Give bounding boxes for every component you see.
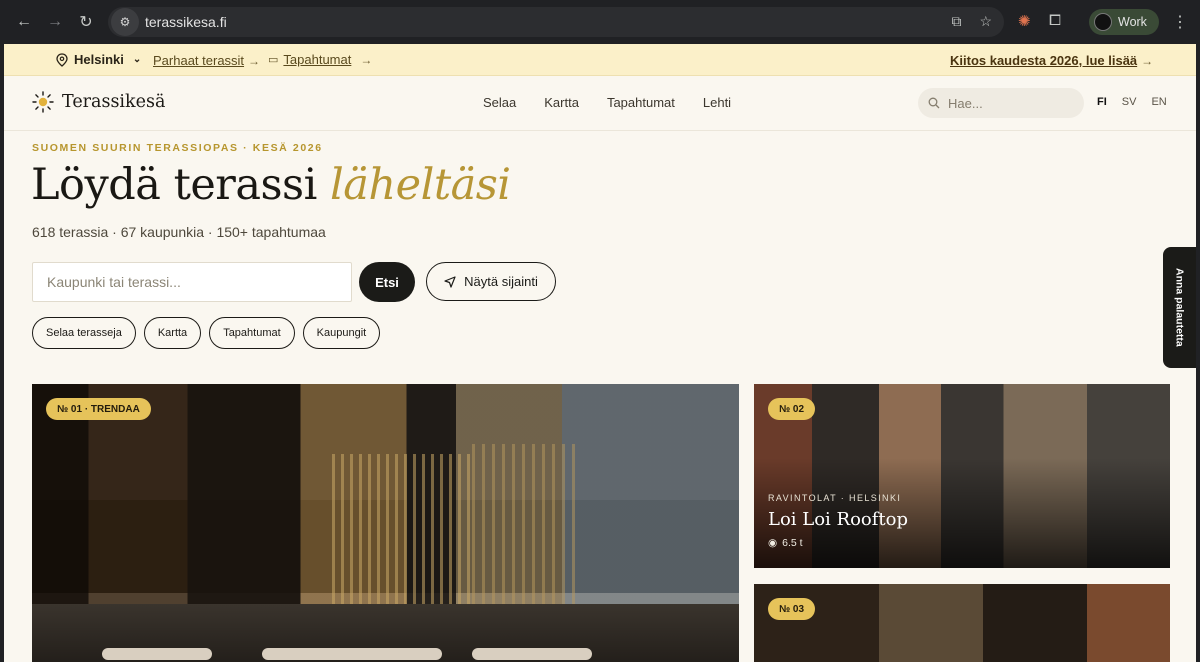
show-location-label: Näytä sijainti (464, 274, 538, 289)
chip-events[interactable]: Tapahtumat (209, 317, 295, 349)
featured-card-3[interactable]: № 03 (754, 584, 1170, 662)
terrace-search-placeholder: Kaupunki tai terassi... (47, 274, 181, 290)
logo[interactable]: Terassikesä (32, 91, 165, 113)
card-badge: № 02 (768, 398, 816, 420)
search-icon (928, 97, 940, 109)
card-kicker: RAVINTOLAT · HELSINKI (768, 493, 902, 503)
terrace-search-input[interactable]: Kaupunki tai terassi... (32, 262, 352, 302)
lang-en[interactable]: EN (1151, 96, 1166, 108)
cast-icon[interactable]: ⧉ (951, 13, 961, 30)
bookmark-star-icon[interactable]: ☆ (979, 13, 992, 30)
nav-item-selaa[interactable]: Selaa (483, 95, 516, 110)
site-info-icon[interactable]: ⚙ (111, 8, 139, 36)
main-nav: Selaa Kartta Tapahtumat Lehti (483, 95, 731, 110)
city-selector[interactable]: Helsinki ⌄ (56, 52, 141, 67)
show-location-button[interactable]: Näytä sijainti (426, 262, 556, 301)
url-text[interactable]: terassikesa.fi (145, 14, 227, 30)
nav-item-lehti[interactable]: Lehti (703, 95, 731, 110)
profile-label: Work (1118, 15, 1147, 29)
hero-title-plain: Löydä terassi (31, 160, 317, 210)
back-icon[interactable]: ← (12, 10, 36, 34)
best-terraces-link-wrap: Parhaat terassit → (153, 52, 260, 70)
chip-map[interactable]: Kartta (143, 317, 202, 349)
lang-fi[interactable]: FI (1097, 96, 1107, 108)
extension-icon[interactable]: ✺ (1018, 12, 1031, 30)
hero-stats: 618 terassia · 67 kaupunkia · 150+ tapah… (32, 224, 326, 240)
city-label: Helsinki (74, 52, 124, 67)
navigation-arrow-icon (444, 275, 456, 288)
season-promo-wrap: Kiitos kaudesta 2026, lue lisää → (950, 52, 1153, 70)
search-button[interactable]: Etsi (359, 262, 415, 302)
eye-icon: ◉ (768, 537, 778, 549)
events-link-wrap: ▭ Tapahtumat → (268, 52, 372, 67)
quick-chips: Selaa terasseja Kartta Tapahtumat Kaupun… (32, 317, 381, 349)
card-badge: № 01 · TRENDAA (46, 398, 151, 420)
extensions-puzzle-icon[interactable]: ⧠ (1049, 12, 1061, 29)
arrow-right-icon: → (1141, 54, 1154, 68)
season-promo-link[interactable]: Kiitos kaudesta 2026, lue lisää (950, 53, 1137, 68)
address-bar[interactable]: ⚙ terassikesa.fi ⧉ ☆ (108, 7, 1004, 37)
feedback-tab[interactable]: Anna palautetta (1163, 247, 1196, 368)
location-pin-icon (56, 52, 68, 67)
card-image-detail (332, 454, 472, 624)
events-link[interactable]: Tapahtumat (283, 52, 351, 67)
chip-browse-terraces[interactable]: Selaa terasseja (32, 317, 136, 349)
chevron-down-icon: ⌄ (132, 54, 142, 65)
hero-eyebrow: SUOMEN SUURIN TERASSIOPAS · KESÄ 2026 (32, 142, 323, 154)
card-views-count: 6.5 t (782, 537, 803, 549)
card-image-detail (262, 648, 442, 660)
top-announcement-bar: Helsinki ⌄ Parhaat terassit → ▭ Tapahtuma… (4, 44, 1196, 76)
feedback-label: Anna palautetta (1173, 268, 1186, 347)
nav-item-kartta[interactable]: Kartta (544, 95, 579, 110)
chip-cities[interactable]: Kaupungit (302, 317, 381, 349)
header-search-input[interactable]: Hae... (918, 88, 1084, 118)
hero-title: Löydä terassi läheltäsi (31, 160, 511, 210)
calendar-icon: ▭ (268, 54, 279, 66)
sun-logo-icon (32, 91, 54, 113)
featured-card-1[interactable]: № 01 · TRENDAA (32, 384, 739, 662)
arrow-right-icon: → (360, 52, 373, 67)
forward-icon[interactable]: → (43, 10, 67, 34)
featured-card-2[interactable]: № 02 RAVINTOLAT · HELSINKI Loi Loi Rooft… (754, 384, 1170, 568)
profile-button[interactable]: Work (1089, 9, 1159, 35)
lang-sv[interactable]: SV (1122, 96, 1137, 108)
nav-item-tapahtumat[interactable]: Tapahtumat (607, 95, 675, 110)
hero-title-accent: läheltäsi (330, 160, 511, 210)
page: Helsinki ⌄ Parhaat terassit → ▭ Tapahtuma… (4, 44, 1196, 662)
reload-icon[interactable]: ↻ (74, 10, 98, 34)
card-views: ◉ 6.5 t (768, 537, 803, 549)
card-image-detail (472, 648, 592, 660)
arrow-right-icon: → (248, 54, 261, 68)
header-search-placeholder: Hae... (948, 95, 983, 111)
menu-kebab-icon[interactable]: ⋮ (1172, 12, 1188, 32)
language-switcher: FI SV EN (1097, 96, 1167, 108)
logo-text: Terassikesä (62, 92, 166, 112)
best-terraces-link[interactable]: Parhaat terassit (153, 53, 244, 68)
site-header: Terassikesä Selaa Kartta Tapahtumat Leht… (4, 77, 1196, 131)
card-image-detail (102, 648, 212, 660)
avatar (1094, 13, 1112, 31)
card-badge: № 03 (768, 598, 816, 620)
browser-toolbar: ← → ↻ ⚙ terassikesa.fi ⧉ ☆ ✺ ⧠ Work ⋮ (0, 0, 1200, 44)
card-title: Loi Loi Rooftop (768, 509, 909, 530)
